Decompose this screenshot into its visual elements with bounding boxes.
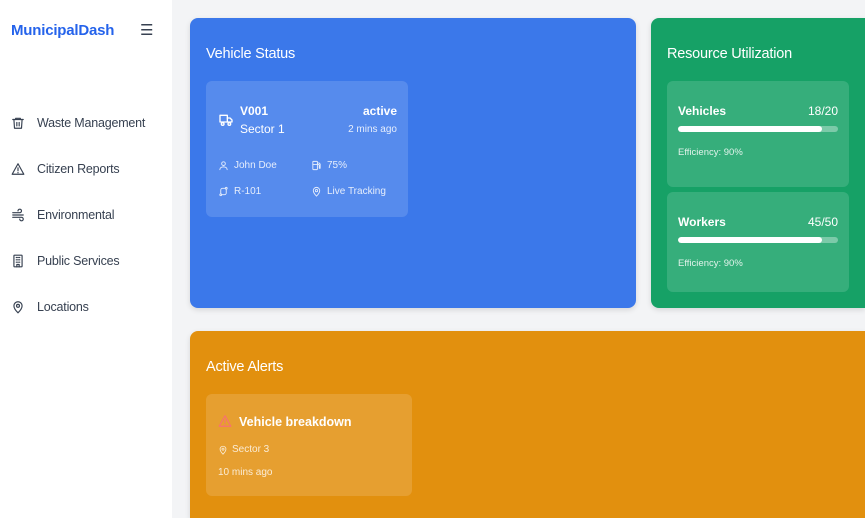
resource-utilization-card: Resource Utilization Vehicles 18/20 Effi…: [651, 18, 865, 308]
driver-name: John Doe: [234, 160, 277, 171]
card-title: Active Alerts: [206, 359, 284, 375]
app-brand[interactable]: MunicipalDash: [11, 22, 114, 39]
sidebar-item-locations[interactable]: Locations: [0, 284, 172, 330]
vehicle-id: V001: [240, 104, 269, 118]
alert-item[interactable]: Vehicle breakdown Sector 3 10 mins ago: [206, 394, 412, 496]
sidebar-item-environmental[interactable]: Environmental: [0, 192, 172, 238]
active-alerts-card: Active Alerts Vehicle breakdown Sector 3…: [190, 331, 865, 518]
card-title: Resource Utilization: [667, 46, 792, 62]
alert-triangle-icon: [218, 414, 232, 428]
vehicle-status-card: Vehicle Status V001 Sector 1 active 2 mi…: [190, 18, 636, 308]
resource-efficiency: Efficiency: 90%: [678, 147, 743, 158]
alert-time: 10 mins ago: [218, 467, 273, 478]
resource-progress-fill: [678, 126, 822, 132]
resource-name: Workers: [678, 215, 726, 229]
sidebar-item-public-services[interactable]: Public Services: [0, 238, 172, 284]
trash-icon: [11, 116, 25, 130]
vehicle-item[interactable]: V001 Sector 1 active 2 mins ago John Doe…: [206, 81, 408, 217]
fuel-level: 75%: [327, 160, 348, 171]
resource-efficiency: Efficiency: 90%: [678, 258, 743, 269]
vehicle-driver: John Doe: [218, 160, 277, 171]
vehicle-updated-time: 2 mins ago: [348, 124, 397, 135]
map-pin-icon: [219, 445, 227, 455]
alert-location-text: Sector 3: [232, 444, 270, 455]
route-id: R-101: [234, 186, 262, 197]
sidebar-item-label: Environmental: [37, 208, 115, 222]
vehicle-route: R-101: [218, 186, 261, 197]
sidebar-item-label: Waste Management: [37, 116, 146, 130]
sidebar-item-label: Locations: [37, 300, 89, 314]
sidebar-nav: Waste Management Citizen Reports Environ…: [0, 100, 172, 330]
alert-triangle-icon: [11, 162, 25, 176]
map-pin-icon: [312, 186, 321, 197]
resource-workers: Workers 45/50 Efficiency: 90%: [667, 192, 849, 292]
route-icon: [219, 186, 228, 197]
wind-icon: [11, 208, 25, 222]
top-strip: [190, 0, 865, 8]
sidebar-item-label: Citizen Reports: [37, 162, 120, 176]
user-icon: [219, 161, 228, 171]
fuel-icon: [312, 160, 321, 171]
live-tracking-label: Live Tracking: [327, 186, 386, 197]
truck-icon: [218, 112, 234, 128]
sidebar-item-waste-management[interactable]: Waste Management: [0, 100, 172, 146]
resource-progress-bar: [678, 237, 838, 243]
map-pin-icon: [11, 300, 25, 314]
card-title: Vehicle Status: [206, 46, 296, 62]
resource-progress-fill: [678, 237, 822, 243]
resource-count: 18/20: [807, 104, 838, 118]
live-tracking-link[interactable]: Live Tracking: [311, 186, 386, 197]
alert-title: Vehicle breakdown: [239, 415, 352, 429]
resource-vehicles: Vehicles 18/20 Efficiency: 90%: [667, 81, 849, 187]
resource-progress-bar: [678, 126, 838, 132]
vehicle-status-badge: active: [362, 104, 397, 118]
sidebar-item-citizen-reports[interactable]: Citizen Reports: [0, 146, 172, 192]
vehicle-sector: Sector 1: [240, 122, 285, 136]
resource-name: Vehicles: [678, 104, 727, 118]
building-icon: [11, 254, 25, 268]
hamburger-icon[interactable]: ☰: [140, 21, 153, 39]
resource-count: 45/50: [807, 215, 838, 229]
vehicle-fuel: 75%: [311, 160, 347, 171]
sidebar-item-label: Public Services: [37, 254, 120, 268]
sidebar: MunicipalDash ☰ Waste Management Citizen…: [0, 0, 172, 518]
alert-location: Sector 3: [218, 444, 269, 455]
